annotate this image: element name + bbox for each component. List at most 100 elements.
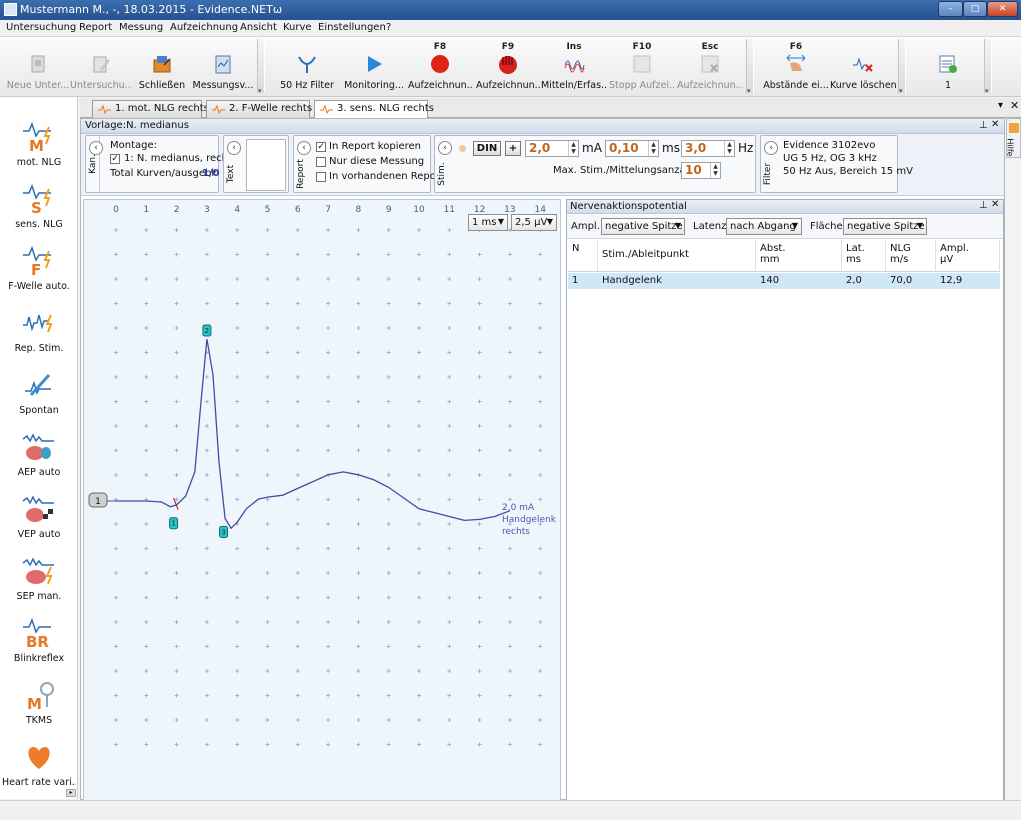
sidebar-item-vep[interactable]: VEP auto	[2, 487, 76, 547]
measurement-settings-button[interactable]: Messungsv...	[192, 37, 254, 95]
stim-duration-field[interactable]: 0,10 ▲ ▼	[605, 140, 659, 157]
flaeche-dropdown[interactable]: negative Spitze ▼	[843, 218, 927, 235]
sidebar-item-f-welle[interactable]: F F-Welle auto.	[2, 239, 76, 299]
layout-button[interactable]: 1	[918, 37, 978, 95]
spinner-arrows-icon[interactable]: ▲ ▼	[710, 163, 720, 178]
din-button[interactable]: DIN	[473, 141, 501, 156]
spinner-arrows-icon[interactable]: ▲ ▼	[568, 141, 578, 156]
grid-cross	[326, 399, 331, 404]
report-back-button[interactable]: ‹	[297, 141, 311, 155]
grid-cross	[356, 375, 361, 379]
stim-back-button[interactable]: ‹	[438, 141, 452, 155]
amplitude-scale-dropdown[interactable]: 2,5 µV ▼	[511, 214, 557, 231]
grid-cross	[356, 669, 361, 673]
svg-text:S: S	[31, 199, 42, 215]
report-copy-checkbox[interactable]: ✓	[316, 142, 326, 152]
column-header[interactable]: Abst. mm	[756, 240, 842, 272]
sidebar-item-rep-stim[interactable]: Rep. Stim.	[2, 301, 76, 361]
ampl-dropdown[interactable]: negative Spitze ▼	[601, 218, 685, 235]
menu-kurve[interactable]: Kurve	[283, 22, 312, 33]
stim-frequency-field[interactable]: 3,0 ▲ ▼	[681, 140, 735, 157]
flaeche-label: Fläche:	[810, 221, 847, 232]
column-header[interactable]: N	[568, 240, 598, 272]
record-multi-button[interactable]: F9 Aufzeichnun...	[476, 37, 540, 95]
montage-back-button[interactable]: ‹	[89, 141, 103, 155]
latenz-dropdown[interactable]: nach Abgang ▼	[726, 218, 802, 235]
latenz-label: Latenz:	[693, 221, 730, 232]
average-button[interactable]: Ins Mitteln/Erfas...	[541, 37, 607, 95]
menu-untersuchung[interactable]: Untersuchung	[6, 22, 76, 33]
stim-plus-button[interactable]: +	[505, 141, 521, 156]
grid-cross	[114, 350, 118, 355]
grid-cross	[356, 350, 361, 355]
spinner-arrows-icon[interactable]: ▲ ▼	[724, 141, 734, 156]
sidebar-item-mot-nlg[interactable]: M mot. NLG	[2, 115, 76, 175]
cell-latency: 2,0	[842, 273, 886, 289]
filter-back-button[interactable]: ‹	[764, 141, 778, 155]
help-side-tab[interactable]: Hilfe	[1006, 118, 1021, 158]
grid-cross	[417, 644, 421, 649]
curve-display[interactable]: 0 1 2 3 4 5 6 7 8 9 10 11 12 13 14 1 2 3 1 2,0 mA Handgelenk…	[83, 199, 561, 801]
sidebar-item-tkms[interactable]: M TKMS	[2, 673, 76, 733]
sep-icon	[22, 557, 54, 585]
tab-mot-nlg-rechts[interactable]: 1. mot. NLG rechts	[92, 100, 209, 118]
text-back-button[interactable]: ‹	[227, 141, 241, 155]
report-only-checkbox[interactable]	[316, 157, 326, 167]
column-header[interactable]: Ampl. µV	[936, 240, 1000, 272]
tab-sens-nlg-rechts[interactable]: 3. sens. NLG rechts	[314, 100, 434, 119]
sidebar-expand-button[interactable]: ▸	[66, 789, 76, 797]
close-examination-button[interactable]: Schließen	[134, 37, 190, 95]
tab-menu-icon[interactable]: ▾	[998, 100, 1003, 111]
grid-cross	[235, 718, 240, 722]
cancel-record-button[interactable]: Esc Aufzeichnun...	[677, 37, 743, 95]
grid-cross	[144, 595, 149, 600]
sidebar-item-blinkreflex[interactable]: BR Blinkreflex	[2, 611, 76, 671]
close-button[interactable]: ✕	[987, 1, 1018, 17]
pin-icon[interactable]: ⊥	[979, 200, 988, 211]
examination-edit-button[interactable]: Untersuchu...	[70, 37, 132, 95]
menu-report[interactable]: Report	[79, 22, 112, 33]
record-button[interactable]: F8 Aufzeichnun...	[408, 37, 472, 95]
menu-aufzeichnung[interactable]: Aufzeichnung	[170, 22, 238, 33]
grid-cross	[477, 522, 482, 526]
50hz-filter-button[interactable]: 50 Hz Filter	[276, 37, 338, 95]
column-header[interactable]: NLG m/s	[886, 240, 936, 272]
waveform-chart[interactable]: 0 1 2 3 4 5 6 7 8 9 10 11 12 13 1412312,0 mAHandgelenk…	[84, 200, 560, 800]
time-scale-dropdown[interactable]: 1 ms ▼	[468, 214, 508, 231]
sidebar-item-heart-rate[interactable]: Heart rate vari...	[2, 735, 76, 795]
trace-label: Handgelenk	[502, 515, 557, 525]
sidebar-item-sep[interactable]: SEP man.	[2, 549, 76, 609]
report-existing-checkbox[interactable]	[316, 172, 326, 182]
menu-einstellungen[interactable]: Einstellungen	[318, 22, 386, 33]
column-header[interactable]: Stim./Ableitpunkt	[598, 240, 756, 272]
delete-curve-button[interactable]: Kurve löschen	[830, 37, 896, 95]
text-input[interactable]	[246, 139, 286, 191]
column-header[interactable]: Lat. ms	[842, 240, 886, 272]
title-bar[interactable]: Mustermann M., -, 18.03.2015 - Evidence.…	[0, 0, 1021, 20]
stim-current-field[interactable]: 2,0 ▲ ▼	[525, 140, 579, 157]
grid-cross	[447, 228, 452, 232]
maximize-button[interactable]: □	[963, 1, 987, 17]
grid-cross	[538, 669, 543, 673]
distance-button[interactable]: F6 Abstände ei...	[762, 37, 830, 95]
montage-item-checkbox[interactable]: ✓	[110, 154, 120, 164]
spinner-arrows-icon[interactable]: ▲ ▼	[648, 141, 658, 156]
monitoring-button[interactable]: Monitoring...	[342, 37, 406, 95]
panel-close-icon[interactable]: ✕	[991, 119, 999, 130]
grid-cross	[204, 595, 209, 600]
new-examination-button[interactable]: Neue Unter...	[6, 37, 70, 95]
minimize-button[interactable]: –	[938, 1, 963, 17]
grid-cross	[204, 448, 209, 453]
menu-ansicht[interactable]: Ansicht	[240, 22, 277, 33]
tab-f-welle-rechts[interactable]: 2. F-Welle rechts	[206, 100, 312, 118]
sidebar-item-aep[interactable]: AEP auto	[2, 425, 76, 485]
sidebar-item-spontan[interactable]: Spontan	[2, 363, 76, 423]
average-count-field[interactable]: 10 ▲ ▼	[681, 162, 721, 179]
sidebar-item-sens-nlg[interactable]: S sens. NLG	[2, 177, 76, 237]
stop-record-button[interactable]: F10 Stopp Aufzei...	[609, 37, 675, 95]
pin-icon[interactable]: ⊥	[979, 120, 988, 131]
menu-help[interactable]: ?	[386, 22, 391, 33]
tab-close-icon[interactable]: ✕	[1010, 99, 1019, 112]
nap-close-icon[interactable]: ✕	[991, 199, 999, 210]
menu-messung[interactable]: Messung	[119, 22, 163, 33]
